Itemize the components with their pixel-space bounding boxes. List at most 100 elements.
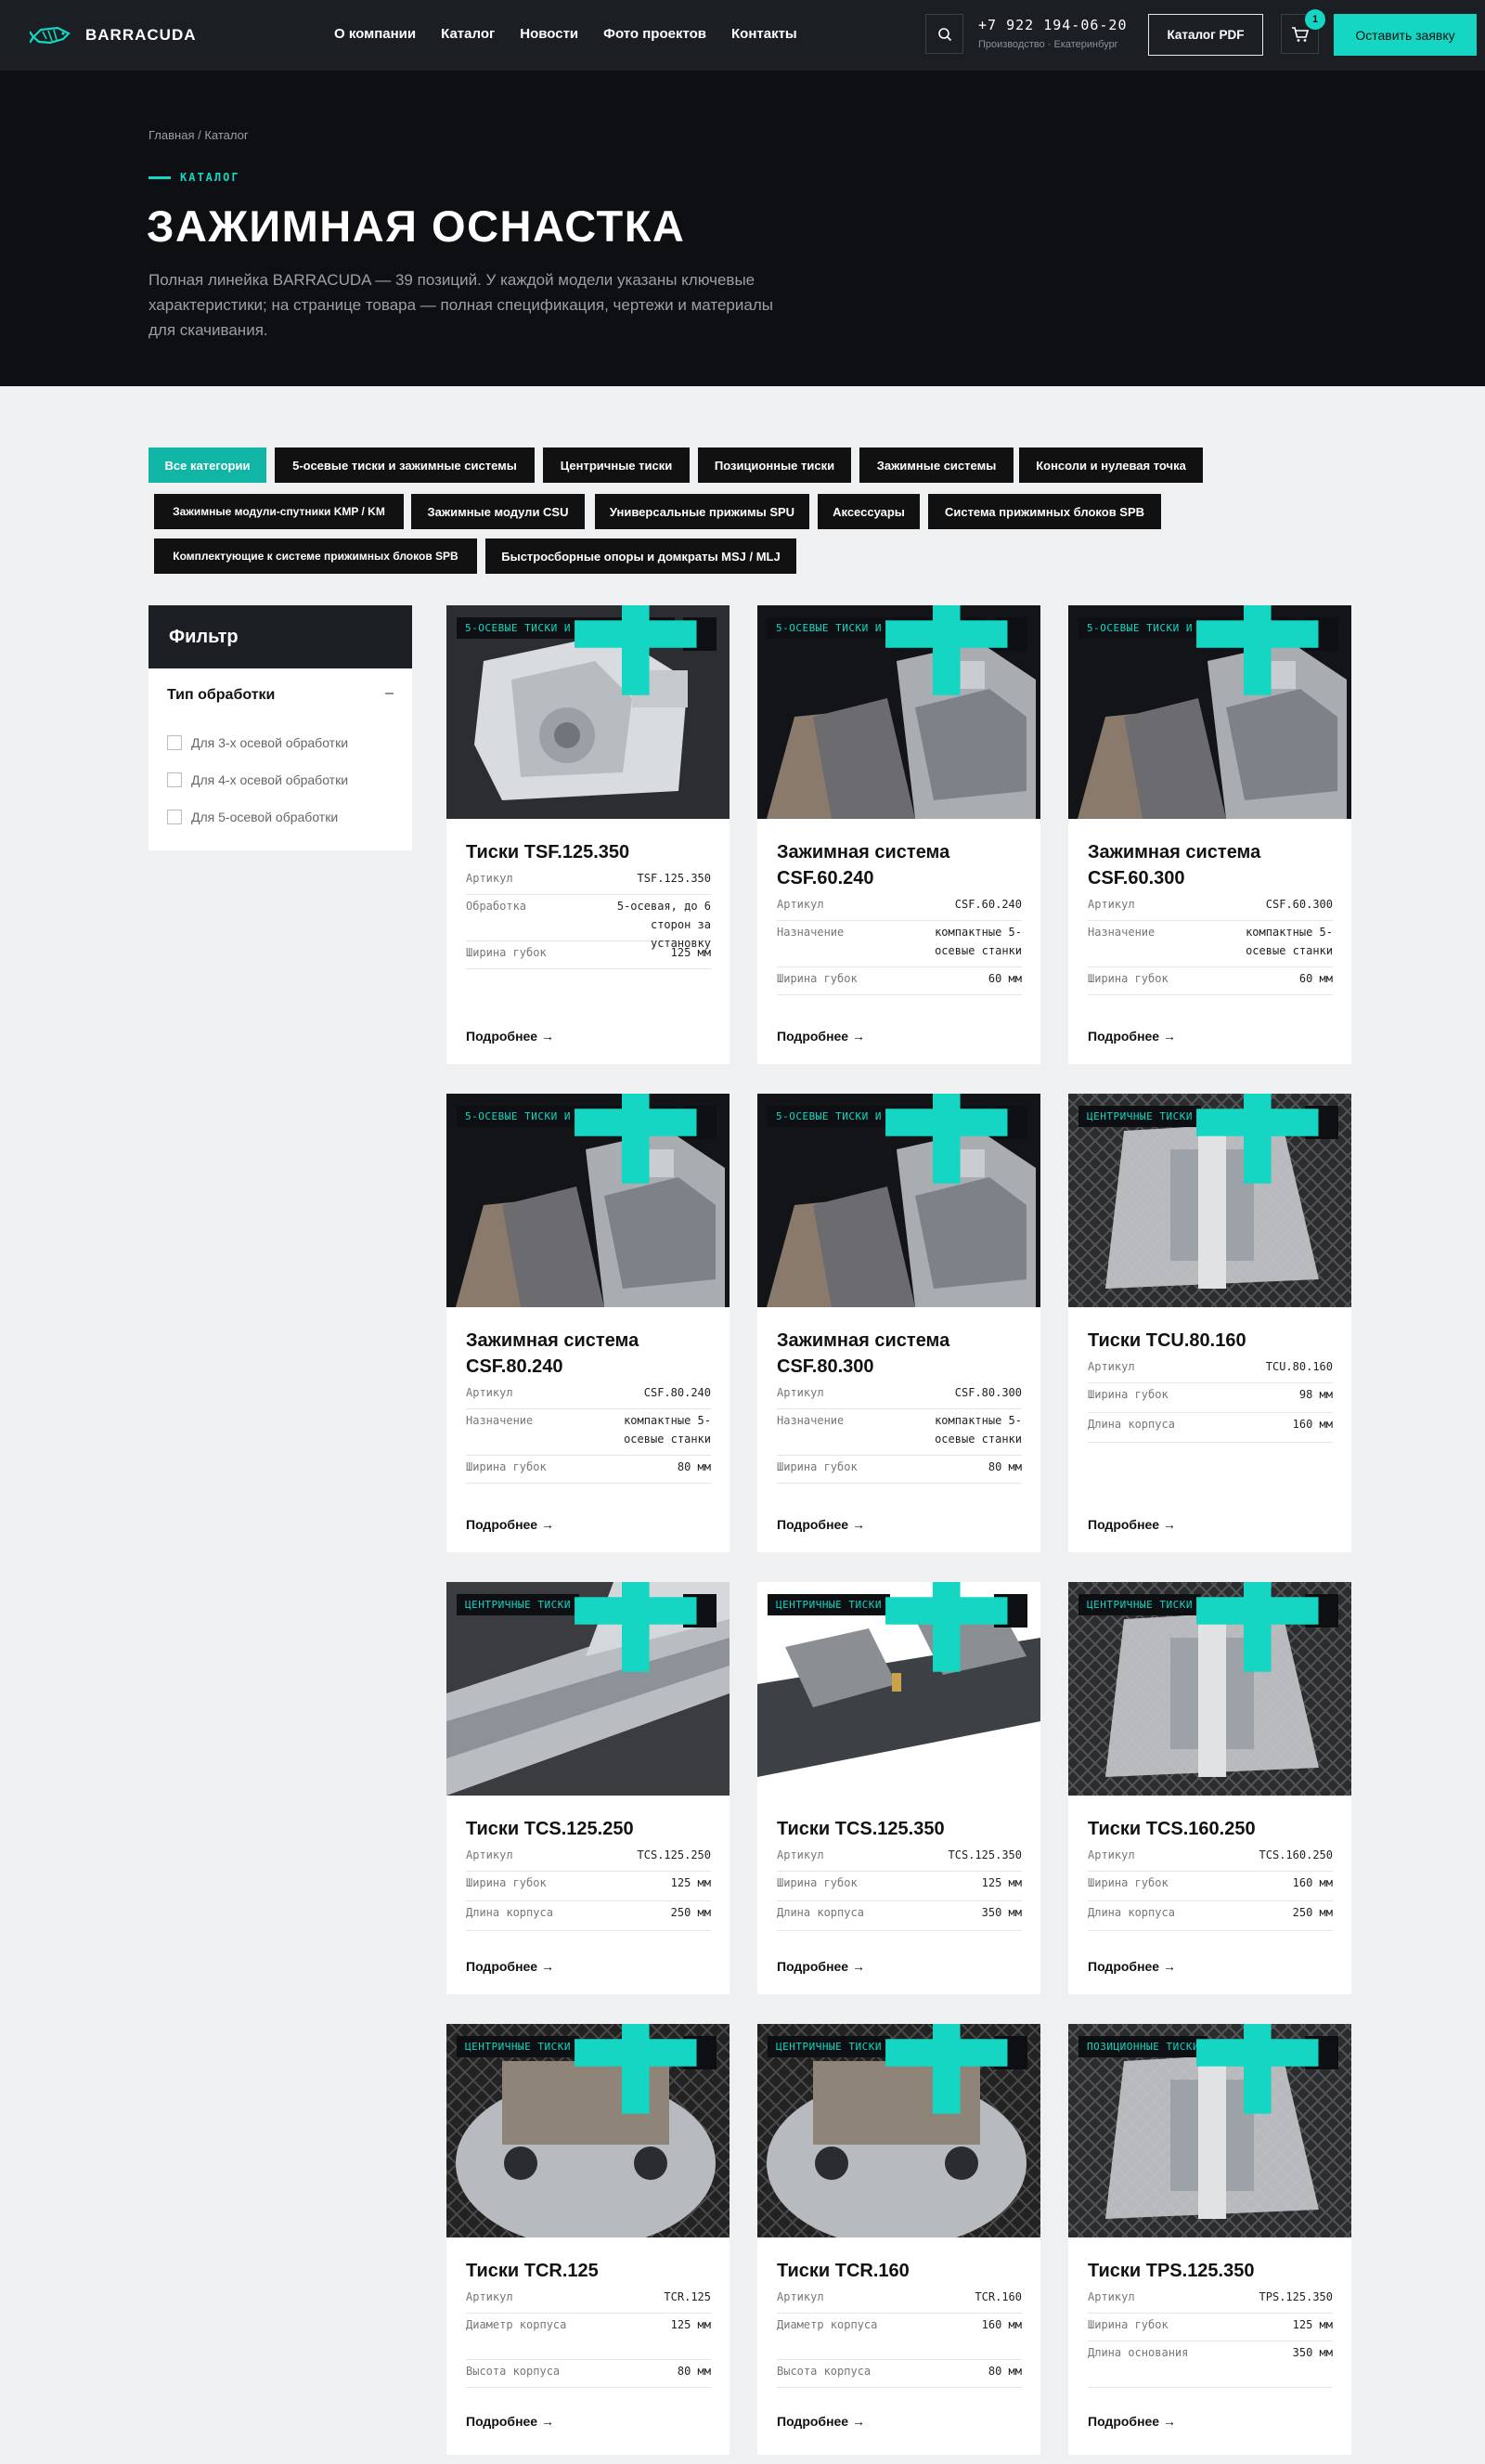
product-image-wrap[interactable]: ЦЕНТРИЧНЫЕ ТИСКИ+ bbox=[446, 1582, 730, 1796]
more-link[interactable]: Подробнее → bbox=[1088, 1959, 1176, 1974]
category-chip[interactable]: Аксессуары bbox=[818, 494, 920, 529]
product-card[interactable]: ЦЕНТРИЧНЫЕ ТИСКИ+ Тиски TCR.160 Артикул TCR… bbox=[757, 2024, 1040, 2455]
product-image-wrap[interactable]: 5-ОСЕВЫЕ ТИСКИ И ЗАЖИМНЫЕ СИСТЕМЫ+ bbox=[446, 605, 730, 819]
category-chip[interactable]: Быстросборные опоры и домкраты MSJ / MLJ bbox=[485, 538, 796, 574]
product-image-wrap[interactable]: 5-ОСЕВЫЕ ТИСКИ И ЗАЖИМНЫЕ СИСТЕМЫ+ bbox=[1068, 605, 1351, 819]
catalog-pdf-button[interactable]: Каталог PDF bbox=[1148, 14, 1263, 56]
product-card[interactable]: ЦЕНТРИЧНЫЕ ТИСКИ+ Тиски TCS.125.250 Артику… bbox=[446, 1582, 730, 1994]
more-link[interactable]: Подробнее → bbox=[1088, 1029, 1176, 1044]
product-card[interactable]: ЦЕНТРИЧНЫЕ ТИСКИ+ Тиски TCR.125 Артикул TCR… bbox=[446, 2024, 730, 2455]
product-card[interactable]: 5-ОСЕВЫЕ ТИСКИ И ЗАЖИМНЫЕ СИСТЕМЫ+ Зажимн… bbox=[446, 1094, 730, 1552]
product-title[interactable]: Тиски TCS.160.250 bbox=[1088, 1816, 1333, 1842]
more-link[interactable]: Подробнее → bbox=[466, 2414, 554, 2429]
collapse-icon[interactable]: – bbox=[385, 685, 394, 702]
nav-about[interactable]: О компании bbox=[334, 26, 416, 42]
category-chip[interactable]: 5-осевые тиски и зажимные системы bbox=[275, 447, 535, 483]
more-link[interactable]: Подробнее → bbox=[777, 1517, 865, 1532]
product-card[interactable]: ПОЗИЦИОННЫЕ ТИСКИ+ Тиски TPS.125.350 Артик… bbox=[1068, 2024, 1351, 2455]
spec-value: TPS.125.350 bbox=[1259, 2290, 1333, 2303]
nav-photo-projects[interactable]: Фото проектов bbox=[603, 26, 706, 42]
add-to-cart-button[interactable]: + bbox=[574, 1582, 717, 1672]
product-card[interactable]: ЦЕНТРИЧНЫЕ ТИСКИ+ Тиски TCS.125.350 Артику… bbox=[757, 1582, 1040, 1994]
product-image-wrap[interactable]: ЦЕНТРИЧНЫЕ ТИСКИ+ bbox=[446, 2024, 730, 2237]
spec-row: Назначение компактные 5-осевые станки bbox=[777, 923, 1022, 967]
filter-option-5axis[interactable]: Для 5-осевой обработки bbox=[167, 810, 338, 824]
product-title[interactable]: Тиски TCR.125 bbox=[466, 2258, 711, 2284]
category-chip[interactable]: Консоли и нулевая точка bbox=[1019, 447, 1203, 483]
product-image-wrap[interactable]: ЦЕНТРИЧНЫЕ ТИСКИ+ bbox=[757, 1582, 1040, 1796]
add-to-cart-button[interactable]: + bbox=[1195, 1094, 1338, 1184]
product-card[interactable]: 5-ОСЕВЫЕ ТИСКИ И ЗАЖИМНЫЕ СИСТЕМЫ+ Тиски … bbox=[446, 605, 730, 1064]
category-chip[interactable]: Позиционные тиски bbox=[698, 447, 851, 483]
category-chip[interactable]: Зажимные модули-спутники KMP / KM bbox=[154, 494, 404, 529]
product-card[interactable]: 5-ОСЕВЫЕ ТИСКИ И ЗАЖИМНЫЕ СИСТЕМЫ+ Зажимн… bbox=[757, 605, 1040, 1064]
more-link[interactable]: Подробнее → bbox=[777, 1029, 865, 1044]
more-link[interactable]: Подробнее → bbox=[466, 1029, 554, 1044]
page-title: ЗАЖИМНАЯ ОСНАСТКА bbox=[147, 201, 686, 251]
add-to-cart-button[interactable]: + bbox=[574, 2024, 717, 2114]
spec-value: компактные 5-осевые станки bbox=[935, 1414, 1022, 1446]
filter-option-label: Для 5-осевой обработки bbox=[191, 810, 339, 824]
filter-option-3axis[interactable]: Для 3-х осевой обработки bbox=[167, 735, 348, 750]
product-title[interactable]: Зажимная система CSF.60.300 bbox=[1088, 839, 1333, 891]
checkbox[interactable] bbox=[167, 735, 182, 750]
more-link[interactable]: Подробнее → bbox=[777, 1959, 865, 1974]
filter-option-4axis[interactable]: Для 4-х осевой обработки bbox=[167, 772, 348, 787]
product-title[interactable]: Тиски TCS.125.250 bbox=[466, 1816, 711, 1842]
product-card[interactable]: 5-ОСЕВЫЕ ТИСКИ И ЗАЖИМНЫЕ СИСТЕМЫ+ Зажимн… bbox=[757, 1094, 1040, 1552]
more-link[interactable]: Подробнее → bbox=[466, 1517, 554, 1532]
product-image-wrap[interactable]: 5-ОСЕВЫЕ ТИСКИ И ЗАЖИМНЫЕ СИСТЕМЫ+ bbox=[757, 605, 1040, 819]
category-chip[interactable]: Зажимные модули CSU bbox=[411, 494, 585, 529]
nav-contacts[interactable]: Контакты bbox=[731, 26, 797, 42]
nav-catalog[interactable]: Каталог bbox=[441, 26, 495, 42]
main-nav: О компании Каталог Новости Фото проектов… bbox=[334, 26, 797, 42]
product-title[interactable]: Зажимная система CSF.80.300 bbox=[777, 1328, 1022, 1380]
category-chip[interactable]: Комплектующие к системе прижимных блоков… bbox=[154, 538, 477, 574]
category-chip[interactable]: Зажимные системы bbox=[859, 447, 1014, 483]
spec-value: 125 мм bbox=[670, 946, 711, 959]
add-to-cart-button[interactable]: + bbox=[885, 1094, 1027, 1184]
add-to-cart-button[interactable]: + bbox=[1195, 605, 1338, 695]
product-image-wrap[interactable]: ЦЕНТРИЧНЫЕ ТИСКИ+ bbox=[757, 2024, 1040, 2237]
product-image-wrap[interactable]: ЦЕНТРИЧНЫЕ ТИСКИ+ bbox=[1068, 1582, 1351, 1796]
filter-group-toggle[interactable]: Тип обработки – bbox=[167, 685, 394, 704]
category-chip[interactable]: Универсальные прижимы SPU bbox=[595, 494, 809, 529]
category-chip-all[interactable]: Все категории bbox=[148, 447, 266, 483]
product-title[interactable]: Зажимная система CSF.60.240 bbox=[777, 839, 1022, 891]
product-image-wrap[interactable]: ЦЕНТРИЧНЫЕ ТИСКИ+ bbox=[1068, 1094, 1351, 1307]
more-link[interactable]: Подробнее → bbox=[1088, 2414, 1176, 2429]
product-card[interactable]: 5-ОСЕВЫЕ ТИСКИ И ЗАЖИМНЫЕ СИСТЕМЫ+ Зажимн… bbox=[1068, 605, 1351, 1064]
phone-number[interactable]: +7 922 194-06-20 bbox=[978, 17, 1128, 33]
add-to-cart-button[interactable]: + bbox=[885, 605, 1027, 695]
product-title[interactable]: Тиски TCU.80.160 bbox=[1088, 1328, 1333, 1354]
product-title[interactable]: Тиски TCS.125.350 bbox=[777, 1816, 1022, 1842]
product-image-wrap[interactable]: 5-ОСЕВЫЕ ТИСКИ И ЗАЖИМНЫЕ СИСТЕМЫ+ bbox=[757, 1094, 1040, 1307]
product-image-wrap[interactable]: 5-ОСЕВЫЕ ТИСКИ И ЗАЖИМНЫЕ СИСТЕМЫ+ bbox=[446, 1094, 730, 1307]
add-to-cart-button[interactable]: + bbox=[885, 2024, 1027, 2114]
add-to-cart-button[interactable]: + bbox=[574, 605, 717, 695]
more-link[interactable]: Подробнее → bbox=[1088, 1517, 1176, 1532]
request-button[interactable]: Оставить заявку bbox=[1334, 14, 1477, 56]
search-button[interactable] bbox=[925, 14, 963, 54]
add-to-cart-button[interactable]: + bbox=[574, 1094, 717, 1184]
product-image-wrap[interactable]: ПОЗИЦИОННЫЕ ТИСКИ+ bbox=[1068, 2024, 1351, 2237]
product-title[interactable]: Тиски TPS.125.350 bbox=[1088, 2258, 1333, 2284]
category-chip[interactable]: Система прижимных блоков SPB bbox=[928, 494, 1161, 529]
more-link[interactable]: Подробнее → bbox=[777, 2414, 865, 2429]
add-to-cart-button[interactable]: + bbox=[1195, 1582, 1338, 1672]
product-card[interactable]: ЦЕНТРИЧНЫЕ ТИСКИ+ Тиски TCU.80.160 Артикул… bbox=[1068, 1094, 1351, 1552]
spec-row: Артикул TCS.125.350 bbox=[777, 1846, 1022, 1872]
nav-news[interactable]: Новости bbox=[520, 26, 578, 42]
more-link[interactable]: Подробнее → bbox=[466, 1959, 554, 1974]
product-title[interactable]: Тиски TSF.125.350 bbox=[466, 839, 711, 865]
product-card[interactable]: ЦЕНТРИЧНЫЕ ТИСКИ+ Тиски TCS.160.250 Артику… bbox=[1068, 1582, 1351, 1994]
product-title[interactable]: Тиски TCR.160 bbox=[777, 2258, 1022, 2284]
logo[interactable]: BARRACUDA bbox=[30, 17, 197, 54]
add-to-cart-button[interactable]: + bbox=[885, 1582, 1027, 1672]
checkbox[interactable] bbox=[167, 810, 182, 824]
checkbox[interactable] bbox=[167, 772, 182, 787]
category-chip[interactable]: Центричные тиски bbox=[543, 447, 690, 483]
breadcrumb[interactable]: Главная / Каталог bbox=[148, 128, 249, 142]
add-to-cart-button[interactable]: + bbox=[1195, 2024, 1338, 2114]
product-title[interactable]: Зажимная система CSF.80.240 bbox=[466, 1328, 711, 1380]
